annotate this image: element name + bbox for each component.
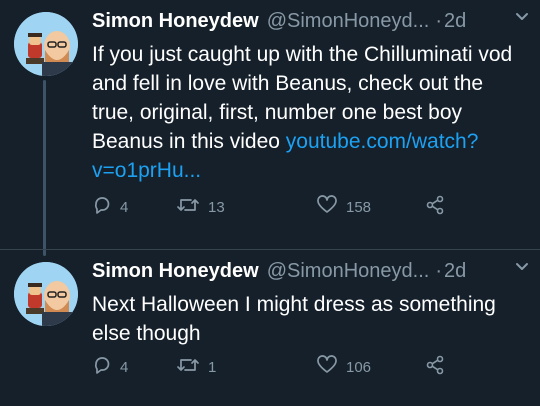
reply-count: 4: [120, 358, 129, 376]
retweet-button[interactable]: 1: [176, 355, 216, 379]
tweet-link-line2[interactable]: v=o1prHu...: [92, 159, 201, 182]
reply-button[interactable]: 4: [92, 195, 128, 219]
retweet-button[interactable]: 13: [176, 195, 225, 219]
tweet-content: Simon Honeydew @SimonHoneyd... · 2d If y…: [92, 10, 530, 185]
like-count: 106: [346, 358, 372, 376]
share-button[interactable]: [425, 355, 445, 379]
share-button[interactable]: [425, 195, 445, 219]
separator-dot: ·: [435, 260, 442, 282]
reply-icon: [92, 355, 112, 379]
avatar[interactable]: [14, 262, 78, 326]
tweet-header: Simon Honeydew @SimonHoneyd... · 2d: [92, 10, 530, 40]
retweet-count: 13: [208, 198, 225, 216]
like-button[interactable]: 158: [316, 195, 371, 219]
tweet-1[interactable]: Simon Honeydew @SimonHoneyd... · 2d If y…: [0, 0, 540, 250]
share-icon: [425, 195, 445, 219]
tweet-link-line1[interactable]: youtube.com/watch?: [286, 130, 479, 153]
tweet-2[interactable]: Simon Honeydew @SimonHoneyd... · 2d Next…: [0, 250, 540, 406]
timestamp[interactable]: 2d: [444, 10, 466, 33]
like-button[interactable]: 106: [316, 355, 371, 379]
tweet-content: Simon Honeydew @SimonHoneyd... · 2d Next…: [92, 260, 530, 348]
retweet-count: 1: [208, 358, 217, 376]
timestamp[interactable]: 2d: [444, 260, 466, 283]
reply-button[interactable]: 4: [92, 355, 128, 379]
heart-icon: [316, 195, 338, 219]
user-handle[interactable]: @SimonHoneyd...: [267, 10, 430, 33]
like-count: 158: [346, 198, 372, 216]
user-handle[interactable]: @SimonHoneyd...: [267, 260, 430, 283]
chevron-down-icon[interactable]: [514, 258, 530, 279]
heart-icon: [316, 355, 338, 379]
retweet-icon: [176, 195, 200, 219]
chevron-down-icon[interactable]: [514, 8, 530, 29]
display-name[interactable]: Simon Honeydew: [92, 260, 259, 283]
reply-count: 4: [120, 198, 129, 216]
display-name[interactable]: Simon Honeydew: [92, 10, 259, 33]
avatar[interactable]: [14, 12, 78, 76]
separator-dot: ·: [435, 10, 442, 32]
share-icon: [425, 355, 445, 379]
tweet-text: If you just caught up with the Chillumin…: [92, 40, 522, 185]
reply-icon: [92, 195, 112, 219]
retweet-icon: [176, 355, 200, 379]
tweet-text: Next Halloween I might dress as somethin…: [92, 293, 496, 345]
tweet-header: Simon Honeydew @SimonHoneyd... · 2d: [92, 260, 530, 290]
